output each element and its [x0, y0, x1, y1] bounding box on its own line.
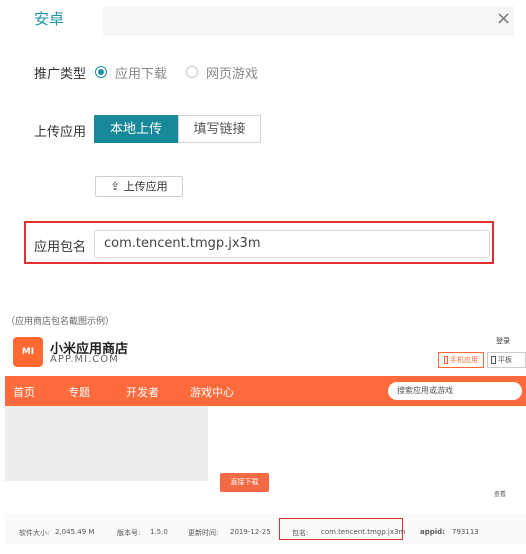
- tab-fill-link[interactable]: 填写链接: [178, 115, 261, 143]
- tab-android[interactable]: 安卓: [34, 8, 64, 29]
- info-version-key: 版本号:: [117, 529, 141, 537]
- phone-icon: [444, 356, 448, 364]
- nav-game-center[interactable]: 游戏中心: [190, 384, 234, 400]
- phone-apps-button[interactable]: 手机应用: [438, 352, 484, 368]
- title-bar: [103, 6, 514, 36]
- tablet-icon: [491, 356, 496, 364]
- pad-apps-button[interactable]: 平板: [487, 352, 526, 368]
- package-name-input[interactable]: com.tencent.tmgp.jx3m: [94, 230, 490, 258]
- mi-logo: MI: [13, 337, 43, 367]
- store-domain: APP.MI.COM: [50, 354, 119, 365]
- info-package-value: com.tencent.tmgp.jx3m: [321, 528, 406, 536]
- store-search-input[interactable]: 搜索应用或游戏: [388, 382, 522, 400]
- info-size-key: 软件大小:: [19, 529, 50, 537]
- example-caption: （应用商店包名截图示例）: [6, 317, 115, 327]
- info-updated-value: 2019-12-25: [230, 528, 271, 536]
- direct-download-button[interactable]: 直接下载: [220, 473, 269, 492]
- info-size-value: 2,045.49 M: [55, 528, 95, 536]
- info-updated-key: 更新时间:: [188, 529, 219, 537]
- package-name-label: 应用包名: [34, 240, 87, 255]
- radio-web-game-label[interactable]: 网页游戏: [206, 63, 258, 82]
- tab-local-upload[interactable]: 本地上传: [94, 115, 178, 143]
- close-icon[interactable]: ×: [496, 9, 511, 29]
- promo-type-label: 推广类型: [34, 67, 87, 82]
- pad-apps-label: 平板: [498, 356, 512, 364]
- upload-app-label: 上传应用: [34, 125, 87, 140]
- info-appid-value: 793113: [452, 528, 479, 536]
- radio-app-download[interactable]: [95, 66, 107, 78]
- nav-developer[interactable]: 开发者: [126, 384, 159, 400]
- info-package-key: 包名:: [292, 529, 309, 537]
- info-appid-key: appid:: [420, 528, 445, 536]
- partial-link[interactable]: 查看: [494, 489, 506, 498]
- upload-icon: ⇪: [110, 180, 120, 193]
- info-version-value: 1.5.0: [150, 528, 168, 536]
- upload-app-button[interactable]: ⇪ 上传应用: [95, 176, 183, 197]
- radio-app-download-label[interactable]: 应用下载: [115, 63, 167, 82]
- nav-home[interactable]: 首页: [13, 384, 35, 400]
- radio-web-game[interactable]: [186, 66, 198, 78]
- nav-topics[interactable]: 专题: [68, 384, 90, 400]
- phone-apps-label: 手机应用: [450, 356, 478, 364]
- app-banner-image: [5, 406, 208, 481]
- upload-app-button-label: 上传应用: [123, 180, 168, 193]
- login-link[interactable]: 登录: [496, 336, 510, 346]
